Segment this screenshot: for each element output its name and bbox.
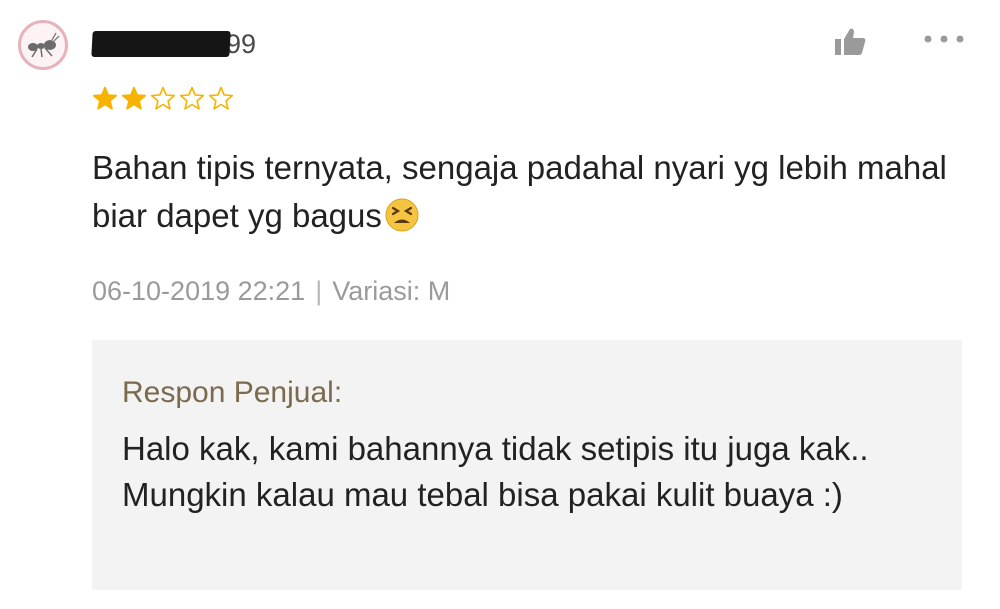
product-review: 99 Bahan tipis ternyata, sengaja padahal…: [0, 0, 1000, 609]
seller-response-title: Respon Penjual:: [122, 376, 343, 409]
ant-avatar-icon: [28, 32, 60, 58]
reviewer-avatar[interactable]: [18, 20, 68, 70]
seller-response-text: Halo kak, kami bahannya tidak setipis it…: [122, 430, 869, 513]
thumbs-up-icon: [835, 28, 866, 55]
review-body: Bahan tipis ternyata, sengaja padahal ny…: [92, 149, 947, 234]
star-filled-icon: [92, 86, 118, 111]
star-empty-icon: [208, 86, 234, 111]
star-filled-icon: [121, 86, 147, 111]
reviewer-username[interactable]: 99: [91, 26, 257, 62]
review-text: Bahan tipis ternyata, sengaja padahal ny…: [92, 144, 982, 246]
seller-response: Respon Penjual: Halo kak, kami bahannya …: [92, 340, 962, 590]
username-redaction: [91, 31, 231, 57]
like-button[interactable]: [828, 24, 872, 60]
star-empty-icon: [179, 86, 205, 111]
review-meta: 06-10-2019 22:21 | Variasi: M: [92, 276, 450, 307]
rating-stars: [92, 86, 234, 111]
username-visible-suffix: 99: [226, 28, 257, 59]
star-empty-icon: [150, 86, 176, 111]
review-date: 06-10-2019 22:21: [92, 276, 306, 306]
meta-separator: |: [315, 276, 323, 306]
tired-face-emoji-icon: [384, 197, 420, 246]
more-options-button[interactable]: [916, 24, 972, 54]
review-variation: Variasi: M: [332, 276, 451, 306]
more-options-icon: [924, 35, 964, 43]
